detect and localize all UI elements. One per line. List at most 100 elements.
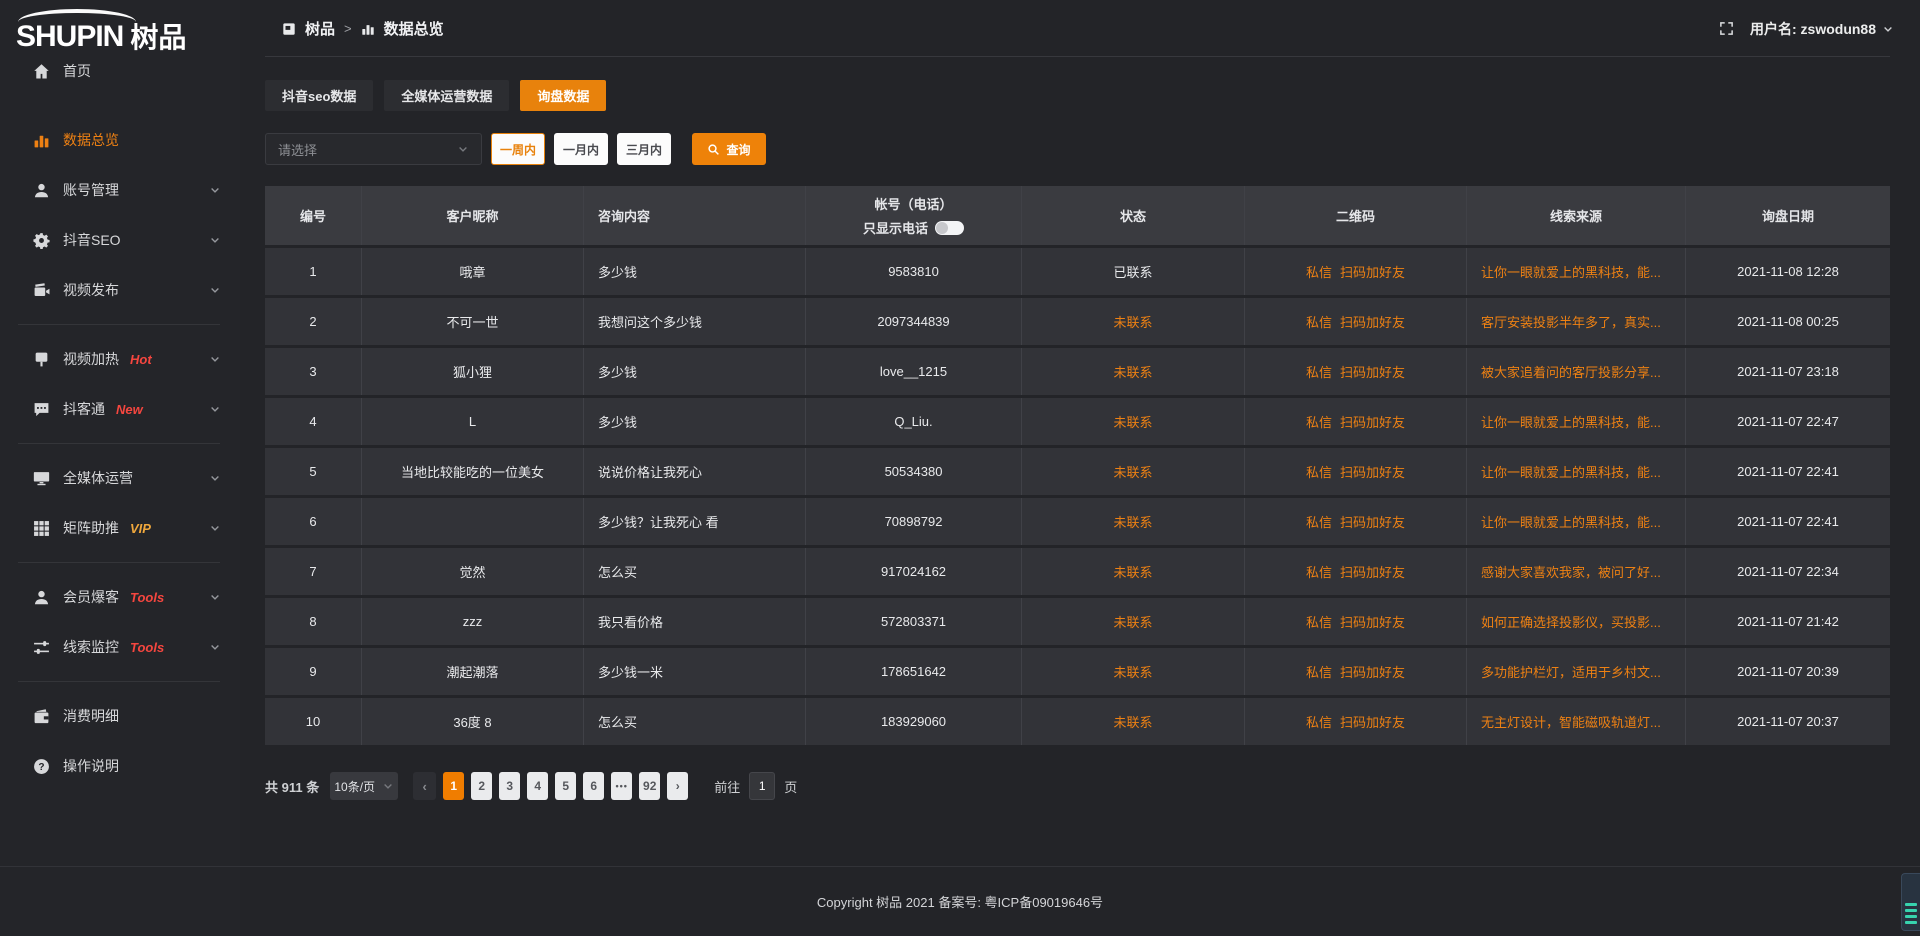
- source-link[interactable]: 让你一眼就爱上的黑科技，能...: [1481, 262, 1661, 281]
- filter-select[interactable]: 请选择: [265, 133, 482, 165]
- table-row: 3狐小狸多少钱love__1215未联系私信扫码加好友被大家追着问的客厅投影分享…: [265, 348, 1890, 395]
- source-link[interactable]: 多功能护栏灯，适用于乡村文...: [1481, 662, 1661, 681]
- page-number-button[interactable]: 2: [471, 772, 492, 800]
- qr-scan-add-friend-link[interactable]: 扫码加好友: [1340, 662, 1405, 681]
- page-number-button[interactable]: 4: [527, 772, 548, 800]
- page-ellipsis-button[interactable]: •••: [611, 772, 632, 800]
- qr-scan-add-friend-link[interactable]: 扫码加好友: [1340, 312, 1405, 331]
- qr-scan-add-friend-link[interactable]: 扫码加好友: [1340, 712, 1405, 731]
- search-button[interactable]: 查询: [692, 133, 766, 165]
- sidebar-item-label: 操作说明: [63, 756, 119, 776]
- qr-scan-add-friend-link[interactable]: 扫码加好友: [1340, 462, 1405, 481]
- tab-douyin-seo-data[interactable]: 抖音seo数据: [265, 80, 373, 111]
- tab-inquiry-data[interactable]: 询盘数据: [520, 80, 606, 111]
- user-menu[interactable]: 用户名: zswodun88: [1750, 19, 1894, 39]
- period-button-month[interactable]: 一月内: [554, 133, 608, 165]
- date-cell: 2021-11-07 23:18: [1686, 348, 1890, 395]
- sidebar-item-consume-detail[interactable]: 消费明细: [0, 691, 240, 741]
- page-number-button[interactable]: 3: [499, 772, 520, 800]
- sidebar-item-video-publish[interactable]: 视频发布: [0, 265, 240, 315]
- sidebar-item-video-heat[interactable]: 视频加热Hot: [0, 334, 240, 384]
- sidebar-item-operation-guide[interactable]: ?操作说明: [0, 741, 240, 791]
- qr-scan-add-friend-link[interactable]: 扫码加好友: [1340, 412, 1405, 431]
- qr-private-msg-link[interactable]: 私信: [1306, 662, 1332, 681]
- qr-scan-add-friend-link[interactable]: 扫码加好友: [1340, 612, 1405, 631]
- date-cell: 2021-11-07 20:37: [1686, 698, 1890, 745]
- chevron-down-icon: [209, 353, 221, 365]
- next-page-button[interactable]: ›: [667, 772, 688, 800]
- table-row: 2不可一世我想问这个多少钱2097344839未联系私信扫码加好友客厅安装投影半…: [265, 298, 1890, 345]
- qr-scan-add-friend-link[interactable]: 扫码加好友: [1340, 512, 1405, 531]
- tab-media-ops-data[interactable]: 全媒体运营数据: [384, 80, 509, 111]
- sidebar-item-clue-monitor[interactable]: 线索监控Tools: [0, 622, 240, 672]
- sidebar-item-member-baoke[interactable]: 会员爆客Tools: [0, 572, 240, 622]
- sidebar-item-account-manage[interactable]: 账号管理: [0, 165, 240, 215]
- qr-scan-add-friend-link[interactable]: 扫码加好友: [1340, 562, 1405, 581]
- source-link[interactable]: 让你一眼就爱上的黑科技，能...: [1481, 512, 1661, 531]
- content-cell: 怎么买: [584, 698, 806, 745]
- sidebar-item-media-ops[interactable]: 全媒体运营: [0, 453, 240, 503]
- row-id-cell: 5: [265, 448, 362, 495]
- sidebar-item-label: 会员爆客: [63, 587, 119, 607]
- page-number-button[interactable]: 5: [555, 772, 576, 800]
- qr-private-msg-link[interactable]: 私信: [1306, 462, 1332, 481]
- breadcrumb-root[interactable]: 树品: [305, 18, 335, 39]
- qr-scan-add-friend-link[interactable]: 扫码加好友: [1340, 262, 1405, 281]
- sidebar-divider: [0, 434, 240, 453]
- source-link[interactable]: 被大家追着问的客厅投影分享...: [1481, 362, 1661, 381]
- search-icon: [707, 143, 720, 156]
- header-date: 询盘日期: [1686, 186, 1890, 245]
- date-cell: 2021-11-08 12:28: [1686, 248, 1890, 295]
- chevron-down-icon: [209, 284, 221, 296]
- qr-private-msg-link[interactable]: 私信: [1306, 412, 1332, 431]
- main-content: 抖音seo数据全媒体运营数据询盘数据 请选择 一周内一月内三月内 查询 编号 客…: [240, 57, 1920, 936]
- qr-private-msg-link[interactable]: 私信: [1306, 612, 1332, 631]
- page-number-button[interactable]: 6: [583, 772, 604, 800]
- goto-page-input[interactable]: [749, 772, 775, 800]
- floating-service-widget[interactable]: [1901, 873, 1920, 931]
- copyright-text: Copyright 树品 2021 备案号: 粤ICP备09019646号: [817, 892, 1103, 911]
- page-size-select[interactable]: 10条/页: [330, 772, 398, 800]
- prev-page-button[interactable]: ‹: [413, 772, 436, 800]
- user-icon: [33, 182, 50, 199]
- wallet-icon: [33, 708, 50, 725]
- page-number-button[interactable]: 1: [443, 772, 464, 800]
- qr-private-msg-link[interactable]: 私信: [1306, 312, 1332, 331]
- period-button-week[interactable]: 一周内: [491, 133, 545, 165]
- widget-stripe: [1905, 903, 1917, 906]
- qr-cell: 私信扫码加好友: [1245, 398, 1467, 445]
- source-link[interactable]: 让你一眼就爱上的黑科技，能...: [1481, 462, 1661, 481]
- nickname-cell: 狐小狸: [362, 348, 584, 395]
- source-link[interactable]: 感谢大家喜欢我家，被问了好...: [1481, 562, 1661, 581]
- source-link[interactable]: 如何正确选择投影仪，买投影...: [1481, 612, 1661, 631]
- row-id-cell: 1: [265, 248, 362, 295]
- sidebar-item-badge: Tools: [130, 640, 164, 655]
- qr-cell: 私信扫码加好友: [1245, 248, 1467, 295]
- source-link[interactable]: 无主灯设计，智能磁吸轨道灯...: [1481, 712, 1661, 731]
- sidebar-item-home[interactable]: 首页: [0, 46, 240, 96]
- page-number-button[interactable]: 92: [639, 772, 660, 800]
- qr-scan-add-friend-link[interactable]: 扫码加好友: [1340, 362, 1405, 381]
- qr-private-msg-link[interactable]: 私信: [1306, 562, 1332, 581]
- sidebar-item-label: 视频加热: [63, 349, 119, 369]
- source-cell: 无主灯设计，智能磁吸轨道灯...: [1467, 698, 1686, 745]
- qr-private-msg-link[interactable]: 私信: [1306, 712, 1332, 731]
- page-size-value: 10条/页: [334, 778, 375, 795]
- source-link[interactable]: 让你一眼就爱上的黑科技，能...: [1481, 412, 1661, 431]
- source-link[interactable]: 客厅安装投影半年多了，真实...: [1481, 312, 1661, 331]
- fullscreen-icon[interactable]: [1719, 21, 1734, 36]
- sidebar-item-douyin-seo[interactable]: 抖音SEO: [0, 215, 240, 265]
- period-button-quarter[interactable]: 三月内: [617, 133, 671, 165]
- sidebar-item-data-overview[interactable]: 数据总览: [0, 115, 240, 165]
- header-account-title: 帐号（电话）: [874, 194, 952, 213]
- qr-private-msg-link[interactable]: 私信: [1306, 362, 1332, 381]
- qr-private-msg-link[interactable]: 私信: [1306, 512, 1332, 531]
- filter-bar: 请选择 一周内一月内三月内 查询: [265, 133, 766, 165]
- chevron-down-icon: [209, 403, 221, 415]
- sidebar-item-matrix-boost[interactable]: 矩阵助推VIP: [0, 503, 240, 553]
- inquiry-table: 编号 客户昵称 咨询内容 帐号（电话） 只显示电话 状态 二维码 线索来源 询盘…: [265, 186, 1890, 748]
- phone-only-toggle[interactable]: [935, 221, 964, 235]
- breadcrumb: 树品 > 数据总览: [282, 0, 444, 57]
- sidebar-item-douketong[interactable]: 抖客通New: [0, 384, 240, 434]
- qr-private-msg-link[interactable]: 私信: [1306, 262, 1332, 281]
